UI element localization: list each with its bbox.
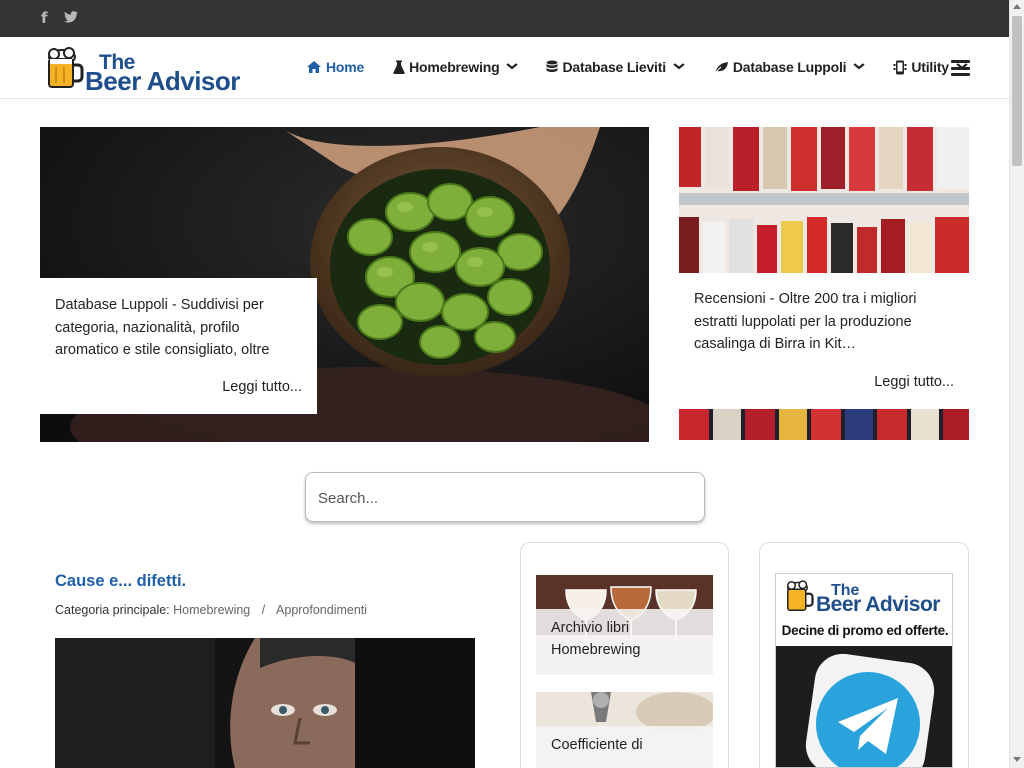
chevron-down-icon: [673, 61, 685, 73]
site-logo[interactable]: The Beer Advisor: [44, 45, 254, 96]
nav-item-database-lieviti[interactable]: Database Lieviti: [546, 59, 685, 75]
page-scrollbar[interactable]: [1009, 0, 1024, 768]
twitter-icon[interactable]: [64, 10, 78, 26]
category-link-homebrewing[interactable]: Homebrewing: [173, 603, 250, 617]
nav-item-homebrewing[interactable]: Homebrewing: [393, 59, 519, 75]
scroll-down-arrow-icon[interactable]: [1013, 757, 1021, 762]
telegram-promo-banner[interactable]: The Beer Advisor Decine di promo ed offe…: [775, 573, 953, 768]
hero-cans-image[interactable]: [679, 127, 969, 273]
leaf-icon: [713, 61, 728, 74]
beer-mug-icon: [48, 47, 84, 88]
beer-kit-cans-illustration: [679, 127, 969, 273]
article-title-link[interactable]: Cause e... difetti.: [55, 572, 186, 591]
tile-label-archivio-libri: Archivio libri Homebrewing: [536, 609, 713, 675]
article-image[interactable]: [55, 638, 475, 768]
category-separator: /: [261, 603, 266, 617]
nav-label-database-lieviti: Database Lieviti: [562, 59, 666, 75]
nav-item-home[interactable]: Home: [306, 59, 364, 75]
nav-label-home: Home: [326, 59, 365, 75]
category-link-approfondimenti[interactable]: Approfondimenti: [276, 603, 367, 617]
hero-left-caption: Database Luppoli - Suddivisi per categor…: [40, 278, 317, 414]
home-icon: [307, 61, 321, 73]
hero-right-read-more-link[interactable]: Leggi tutto...: [874, 374, 954, 390]
man-portrait-illustration: [55, 638, 475, 768]
chevron-down-icon: [853, 61, 866, 73]
nav-label-utility: Utility: [911, 59, 949, 75]
tile-label-coefficiente: Coefficiente di: [536, 726, 713, 768]
search-input[interactable]: [318, 486, 688, 510]
beer-mug-icon: [787, 580, 814, 611]
nav-item-database-luppoli[interactable]: Database Luppoli: [713, 59, 866, 75]
hero-right-text: Recensioni - Oltre 200 tra i migliori es…: [694, 291, 917, 352]
promo-telegram-area: [776, 646, 952, 767]
site-header: The Beer Advisor Home Homebrewing Databa…: [0, 37, 1009, 99]
promo-text: Decine di promo ed offerte.: [781, 623, 949, 638]
nav-label-database-luppoli: Database Luppoli: [732, 59, 847, 75]
scroll-up-arrow-icon[interactable]: [1013, 4, 1021, 9]
category-prefix: Categoria principale:: [55, 603, 170, 617]
promo-logo-name: Beer Advisor: [816, 593, 940, 616]
tile-archivio-libri[interactable]: Archivio libri Homebrewing: [536, 575, 713, 675]
chevron-down-icon: [506, 61, 519, 73]
promo-header: The Beer Advisor Decine di promo ed offe…: [776, 574, 952, 646]
flask-icon: [393, 60, 405, 74]
page: f The Beer Advisor Home Homebrewing Data…: [0, 0, 1024, 768]
hamburger-icon[interactable]: [951, 60, 970, 76]
mobile-icon: [893, 60, 907, 74]
beer-kit-cans-strip: [679, 409, 969, 440]
hero-left-read-more-link[interactable]: Leggi tutto...: [222, 379, 302, 395]
main-nav: Home Homebrewing Database Lieviti Databa…: [306, 37, 996, 97]
article-category-meta: Categoria principale: Homebrewing / Appr…: [55, 603, 367, 617]
nav-label-homebrewing: Homebrewing: [409, 59, 500, 75]
search-box: [305, 472, 705, 522]
hero-cans-image-lower: [679, 409, 969, 440]
hero-left-text: Database Luppoli - Suddivisi per categor…: [55, 297, 270, 358]
facebook-icon[interactable]: f: [41, 10, 48, 26]
telegram-icon: [776, 646, 952, 767]
database-icon: [546, 60, 558, 72]
logo-name-text: Beer Advisor: [85, 66, 240, 96]
scrollbar-thumb[interactable]: [1012, 16, 1022, 166]
tile-coefficiente[interactable]: Coefficiente di: [536, 692, 713, 768]
top-social-bar: f: [0, 0, 1009, 37]
twitter-bird-shape: [64, 11, 78, 23]
